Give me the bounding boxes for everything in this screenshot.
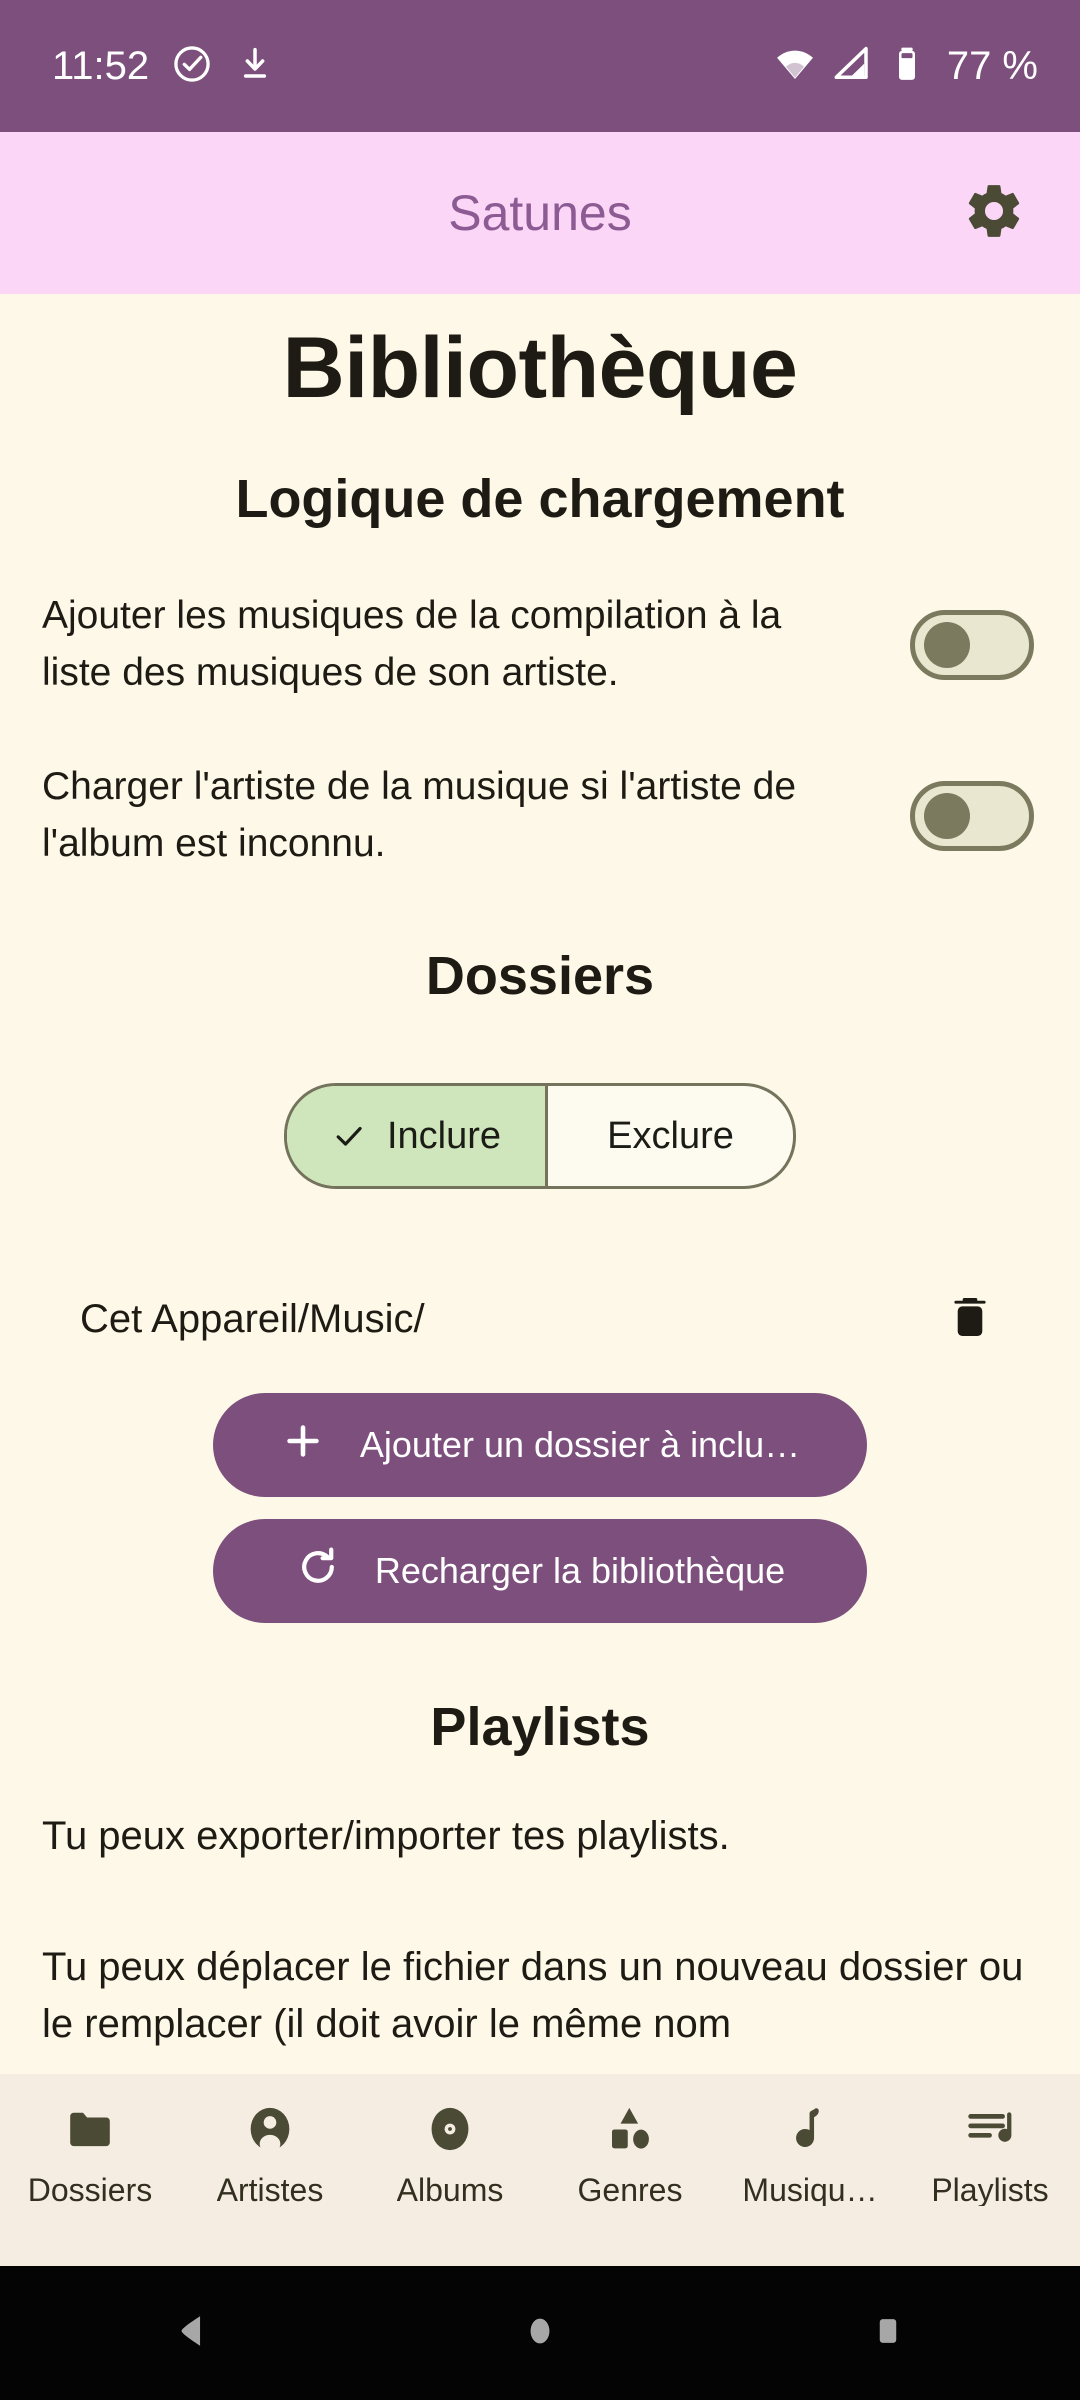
- setting-row-compilation: Ajouter les musiques de la compilation à…: [42, 588, 1038, 701]
- delete-folder-button[interactable]: [938, 1287, 1002, 1351]
- section-title-playlists: Playlists: [430, 1697, 650, 1758]
- nav-item-dossiers[interactable]: Dossiers: [7, 2100, 173, 2206]
- setting-label-compilation: Ajouter les musiques de la compilation à…: [42, 594, 782, 694]
- folder-action-buttons: Ajouter un dossier à inclu… Recharger la…: [42, 1393, 1038, 1624]
- playlist-icon: [963, 2100, 1017, 2158]
- status-bar-right: 77 %: [773, 42, 1038, 91]
- phone-screen: 11:52 77 % Satunes Bibliothèque Logique …: [0, 0, 1080, 2400]
- nav-label-genres: Genres: [577, 2174, 683, 2206]
- section-title-loading-logic: Logique de chargement: [235, 469, 845, 530]
- nav-label-albums: Albums: [396, 2174, 504, 2206]
- system-home-button[interactable]: [500, 2293, 580, 2373]
- playlists-paragraph-1: Tu peux exporter/importer tes playlists.: [42, 1814, 730, 1859]
- gear-icon: [963, 180, 1025, 247]
- setting-toggle-compilation[interactable]: [910, 609, 1034, 680]
- toggle-thumb: [924, 792, 970, 839]
- system-recents-button[interactable]: [848, 2293, 928, 2373]
- check-icon: [331, 1118, 367, 1154]
- nav-item-artistes[interactable]: Artistes: [187, 2100, 353, 2206]
- check-circle-icon: [171, 43, 213, 90]
- reload-library-button[interactable]: Recharger la bibliothèque: [213, 1519, 867, 1624]
- circle-home-icon: [519, 2310, 561, 2357]
- folder-icon: [63, 2100, 117, 2158]
- setting-row-artist-fallback: Charger l'artiste de la musique si l'art…: [42, 759, 1038, 872]
- battery-icon: [887, 44, 927, 89]
- folder-list-item: Cet Appareil/Music/: [42, 1287, 1038, 1351]
- setting-label-artist-fallback: Charger l'artiste de la musique si l'art…: [42, 765, 797, 865]
- trash-icon: [945, 1292, 995, 1347]
- wifi-icon: [773, 42, 817, 91]
- scrollable-content[interactable]: Bibliothèque Logique de chargement Ajout…: [0, 294, 1080, 2074]
- playlists-paragraph-2: Tu peux déplacer le fichier dans un nouv…: [42, 1944, 1024, 2046]
- refresh-icon: [295, 1544, 341, 1599]
- music-note-icon: [783, 2100, 837, 2158]
- status-bar: 11:52 77 %: [0, 0, 1080, 132]
- nav-label-musiques: Musiqu…: [742, 2174, 878, 2206]
- status-bar-left: 11:52: [52, 43, 275, 90]
- bottom-navigation-bar: Dossiers Artistes Albums Genres Musiqu… …: [0, 2074, 1080, 2266]
- app-title: Satunes: [448, 185, 632, 241]
- plus-icon: [280, 1418, 326, 1473]
- folder-path-label: Cet Appareil/Music/: [80, 1297, 425, 1342]
- album-disc-icon: [423, 2100, 477, 2158]
- segment-exclure[interactable]: Exclure: [545, 1086, 793, 1187]
- account-circle-icon: [243, 2100, 297, 2158]
- genres-shapes-icon: [603, 2100, 657, 2158]
- toggle-thumb: [924, 621, 970, 668]
- segmented-control-wrapper: Inclure Exclure: [42, 1083, 1038, 1190]
- triangle-back-icon: [171, 2310, 213, 2357]
- system-back-button[interactable]: [152, 2293, 232, 2373]
- section-title-folders: Dossiers: [425, 946, 655, 1007]
- battery-percentage-label: 77 %: [946, 44, 1038, 88]
- android-system-navigation-bar: [0, 2266, 1080, 2400]
- download-icon: [235, 44, 275, 89]
- page-title: Bibliothèque: [282, 320, 798, 416]
- settings-button[interactable]: [948, 167, 1040, 259]
- app-bar: Satunes: [0, 132, 1080, 294]
- nav-label-dossiers: Dossiers: [27, 2174, 153, 2206]
- segment-inclure[interactable]: Inclure: [286, 1086, 546, 1187]
- reload-library-button-label: Recharger la bibliothèque: [374, 1550, 786, 1592]
- nav-item-albums[interactable]: Albums: [367, 2100, 533, 2206]
- nav-item-genres[interactable]: Genres: [547, 2100, 713, 2206]
- add-folder-button[interactable]: Ajouter un dossier à inclu…: [213, 1393, 867, 1498]
- nav-label-playlists: Playlists: [931, 2174, 1049, 2206]
- cellular-signal-icon: [831, 43, 873, 90]
- segment-inclure-label: Inclure: [386, 1114, 502, 1157]
- segment-exclure-label: Exclure: [607, 1114, 734, 1157]
- folders-mode-segmented-control: Inclure Exclure: [283, 1083, 797, 1190]
- nav-item-musiques[interactable]: Musiqu…: [727, 2100, 893, 2206]
- nav-item-playlists[interactable]: Playlists: [907, 2100, 1073, 2206]
- nav-label-artistes: Artistes: [216, 2174, 324, 2206]
- square-recents-icon: [867, 2310, 909, 2357]
- setting-toggle-artist-fallback[interactable]: [910, 780, 1034, 851]
- add-folder-button-label: Ajouter un dossier à inclu…: [359, 1424, 801, 1466]
- status-bar-clock: 11:52: [52, 44, 150, 88]
